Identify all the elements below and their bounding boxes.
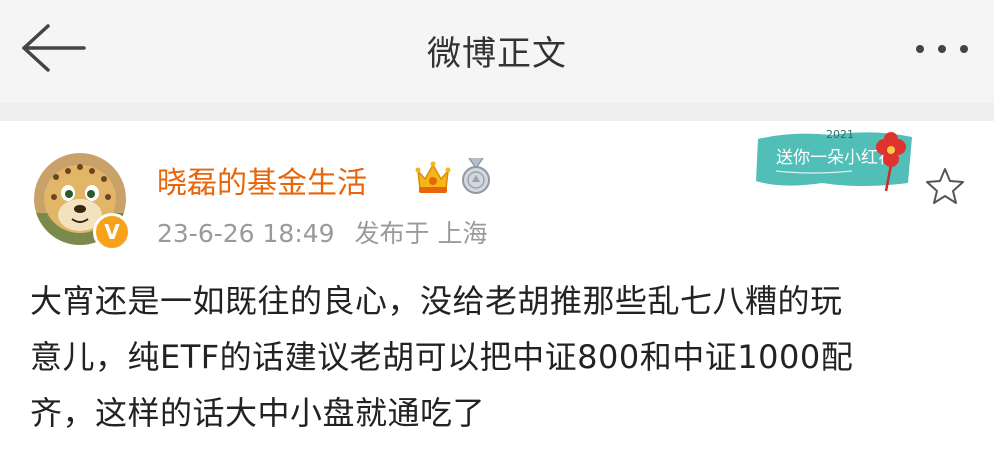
- top-nav-bar: 微博正文: [0, 0, 994, 103]
- post-location: 发布于 上海: [354, 219, 488, 248]
- stamp-year: 2021: [826, 128, 854, 141]
- more-dots-icon: [960, 45, 968, 53]
- flower-stamp-decoration: 2021 送你一朵小红花: [756, 128, 912, 192]
- page-title: 微博正文: [427, 34, 567, 74]
- verified-badge: V: [93, 213, 131, 251]
- more-dots-icon: [938, 45, 946, 53]
- post-meta: 23-6-26 18:49 发布于 上海: [157, 214, 487, 250]
- post-content: 大宵还是一如既往的良心，没给老胡推那些乱七八糟的玩 意儿，纯ETF的话建议老胡可…: [30, 273, 980, 441]
- post-text-line: 意儿，纯ETF的话建议老胡可以把中证800和中证1000配: [30, 338, 854, 376]
- post-card: V 晓磊的基金生活 23-6-26 18:49 发布于 上海 2021 送你一朵…: [0, 121, 994, 453]
- author-name[interactable]: 晓磊的基金生活: [157, 158, 367, 202]
- more-button[interactable]: [910, 35, 974, 63]
- crown-icon[interactable]: [412, 157, 454, 197]
- section-divider: [0, 103, 994, 121]
- more-dots-icon: [916, 45, 924, 53]
- post-text-line: 齐，这样的话大中小盘就通吃了: [30, 394, 486, 432]
- star-outline-icon[interactable]: [924, 165, 966, 207]
- medal-icon[interactable]: [459, 156, 493, 196]
- post-timestamp: 23-6-26 18:49: [157, 219, 335, 248]
- post-text-line: 大宵还是一如既往的良心，没给老胡推那些乱七八糟的玩: [30, 282, 843, 320]
